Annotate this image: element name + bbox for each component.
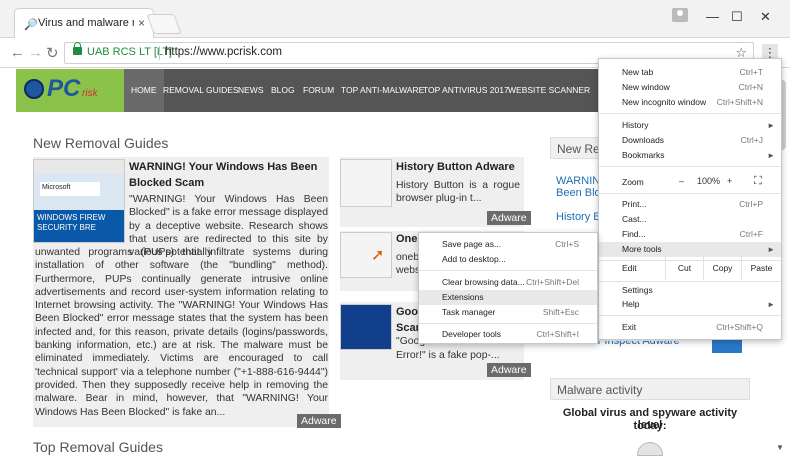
nav-home[interactable]: HOME [124, 69, 164, 112]
mid-thumb-1[interactable] [340, 159, 392, 207]
nav-blog[interactable]: BLOG [271, 69, 295, 112]
mid-title-3[interactable]: Googl Scam [396, 304, 428, 336]
menu-separator [419, 323, 597, 324]
menu-separator [599, 315, 781, 316]
menu-separator [419, 270, 597, 271]
menu-extensions[interactable]: Extensions [419, 290, 597, 305]
nav-forum[interactable]: FORUM [303, 69, 334, 112]
menu-more-tools[interactable]: More tools ► [599, 242, 781, 257]
cut-button[interactable]: Cut [665, 256, 703, 280]
nav-top-anti-malware[interactable]: TOP ANTI-MALWARE [341, 69, 424, 112]
menu-cast[interactable]: Cast... [599, 212, 781, 227]
menu-add-to-desktop[interactable]: Add to desktop... [419, 252, 597, 267]
thumb-browser-bar [34, 160, 124, 174]
sidebar-malware-head: Malware activity [550, 378, 750, 400]
close-window-icon[interactable]: ✕ [760, 9, 771, 25]
section-top-removal-guides: Top Removal Guides [33, 439, 163, 455]
lock-icon [73, 42, 82, 55]
tab-close-icon[interactable]: × [138, 16, 145, 30]
mid-thumb-3[interactable] [340, 304, 392, 350]
nav-news[interactable]: NEWS [238, 69, 264, 112]
title-bar: 🔎 Virus and malware remo × — ☐ ✕ [0, 0, 790, 38]
back-icon[interactable]: ← [10, 44, 25, 61]
favicon-icon: 🔎 [24, 19, 38, 31]
mid-excerpt-3b: Error!" is a fake pop-... [396, 350, 500, 361]
logo-text: PC [47, 75, 81, 102]
nav-removal-guides[interactable]: REMOVAL GUIDES [163, 69, 239, 112]
reload-icon[interactable]: ↻ [46, 44, 59, 62]
forward-icon[interactable]: → [28, 44, 43, 61]
url-text[interactable]: https://www.pcrisk.com [165, 46, 282, 58]
profile-icon[interactable] [672, 8, 688, 22]
featured-thumbnail[interactable]: Microsoft WINDOWS FIREW SECURITY BRE [33, 159, 125, 243]
menu-developer-tools[interactable]: Developer tools Ctrl+Shift+I [419, 327, 597, 342]
featured-badge[interactable]: Adware [297, 414, 341, 428]
zoom-label: Zoom [622, 177, 644, 187]
menu-new-incognito[interactable]: New incognito window Ctrl+Shift+N [599, 95, 781, 110]
menu-help[interactable]: Help ► [599, 297, 781, 312]
menu-edit-row: Edit Cut Copy Paste [599, 256, 781, 280]
thumb-warning-text: WINDOWS FIREW SECURITY BRE [34, 210, 124, 242]
more-tools-submenu: Save page as... Ctrl+S Add to desktop... … [418, 232, 598, 344]
menu-new-window[interactable]: New window Ctrl+N [599, 80, 781, 95]
menu-separator [599, 281, 781, 282]
submenu-arrow-icon: ► [767, 300, 775, 309]
site-logo[interactable]: PC risk [16, 69, 124, 112]
url-separator [159, 46, 160, 60]
minimize-icon[interactable]: — [706, 9, 719, 24]
menu-settings[interactable]: Settings [599, 283, 781, 298]
menu-clear-browsing[interactable]: Clear browsing data... Ctrl+Shift+Del [419, 275, 597, 290]
menu-save-page[interactable]: Save page as... Ctrl+S [419, 237, 597, 252]
browser-tab[interactable]: 🔎 Virus and malware remo × [14, 8, 154, 38]
menu-history[interactable]: History ► [599, 118, 781, 133]
menu-zoom-row: Zoom – 100% + ⛶ [599, 171, 781, 193]
zoom-value: 100% [697, 176, 721, 186]
chrome-main-menu: New tab Ctrl+T New window Ctrl+N New incog… [598, 58, 782, 340]
edit-label: Edit [622, 263, 637, 273]
logo-subtext: risk [82, 88, 98, 99]
nav-website-scanner[interactable]: WEBSITE SCANNER [508, 69, 590, 112]
logo-ball-icon [24, 79, 44, 99]
menu-separator [599, 113, 781, 114]
mid-badge-3[interactable]: Adware [487, 363, 531, 377]
zoom-in-button[interactable]: + [727, 176, 732, 186]
arrow-cursor-icon: ➚ [371, 247, 385, 264]
menu-find[interactable]: Find... Ctrl+F [599, 227, 781, 242]
zoom-out-button[interactable]: – [679, 176, 684, 186]
menu-print[interactable]: Print... Ctrl+P [599, 197, 781, 212]
new-tab-button[interactable] [146, 14, 182, 34]
mid-excerpt-1: History Button is a rogue browser plug-i… [396, 180, 520, 205]
maximize-icon[interactable]: ☐ [731, 9, 743, 25]
mid-badge-1[interactable]: Adware [487, 211, 531, 225]
tab-title: Virus and malware remo [38, 17, 134, 29]
menu-downloads[interactable]: Downloads Ctrl+J [599, 133, 781, 148]
featured-excerpt-rest: unwanted programs (PUPs) that infiltrate… [35, 247, 328, 418]
menu-new-tab[interactable]: New tab Ctrl+T [599, 65, 781, 80]
submenu-arrow-icon: ► [767, 245, 775, 254]
menu-bookmarks[interactable]: Bookmarks ► [599, 148, 781, 163]
activity-gauge-icon [637, 442, 663, 456]
thumb-label: Microsoft [40, 182, 100, 196]
fullscreen-icon[interactable]: ⛶ [754, 175, 762, 188]
scroll-down-icon[interactable]: ▼ [776, 443, 784, 452]
section-new-removal-guides: New Removal Guides [33, 135, 169, 151]
menu-separator [599, 166, 781, 167]
menu-separator [599, 193, 781, 194]
malware-text-2: today: [633, 420, 667, 432]
mid-thumb-2[interactable]: ➚ [340, 232, 392, 278]
menu-task-manager[interactable]: Task manager Shift+Esc [419, 305, 597, 320]
paste-button[interactable]: Paste [741, 256, 781, 280]
nav-top-antivirus[interactable]: TOP ANTIVIRUS 2017 [423, 69, 509, 112]
mid-title-1[interactable]: History Button Adware [396, 159, 515, 175]
copy-button[interactable]: Copy [703, 256, 741, 280]
menu-exit[interactable]: Exit Ctrl+Shift+Q [599, 320, 781, 335]
featured-title[interactable]: WARNING! Your Windows Has Been Blocked S… [129, 159, 329, 191]
submenu-arrow-icon: ► [767, 121, 775, 130]
submenu-arrow-icon: ► [767, 151, 775, 160]
